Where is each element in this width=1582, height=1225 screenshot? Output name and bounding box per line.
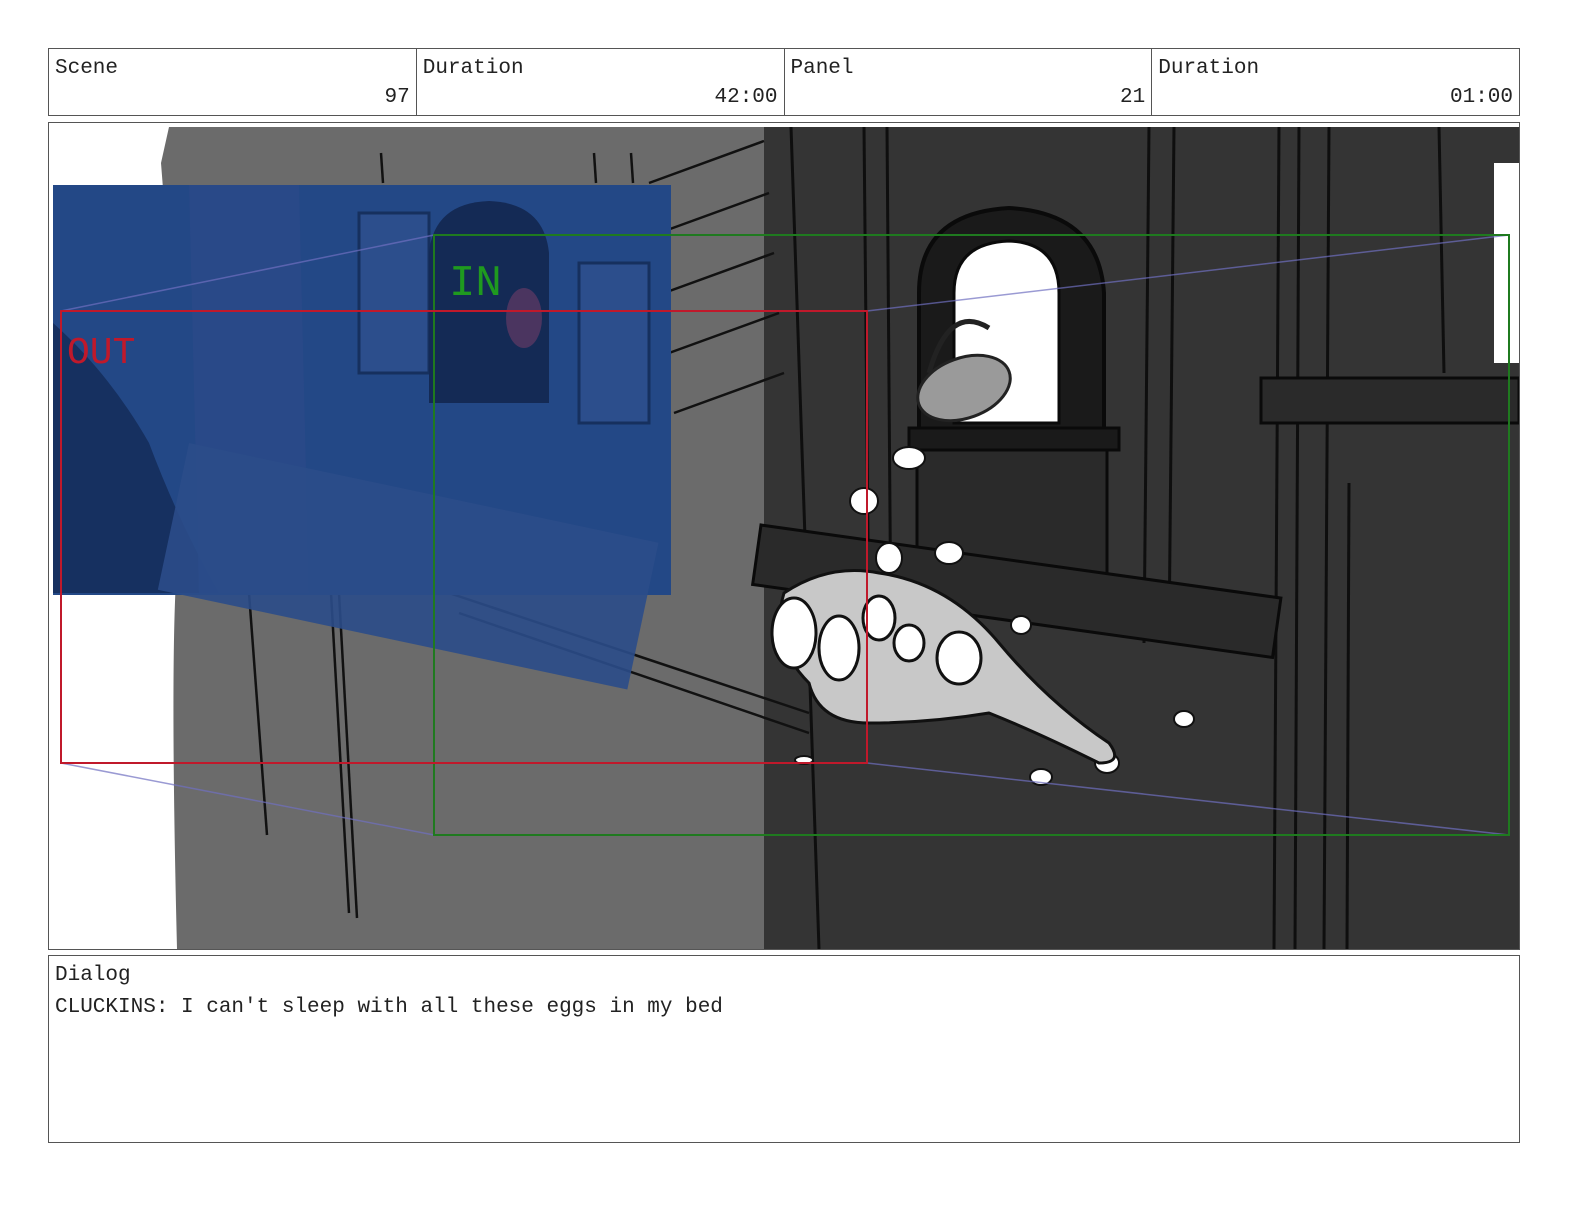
- window-sill: [907, 426, 1121, 452]
- scene-number[interactable]: 97: [385, 86, 410, 109]
- scene-label: Scene: [55, 57, 119, 80]
- panel-duration-value[interactable]: 01:00: [1450, 86, 1513, 109]
- dialog-text[interactable]: CLUCKINS: I can't sleep with all these e…: [55, 996, 723, 1019]
- panel-header: Scene 97 Duration 42:00 Panel 21 Duratio…: [48, 48, 1520, 116]
- panel-artwork: IN OUT: [53, 126, 1519, 949]
- out-frame-label: OUT: [67, 332, 135, 375]
- scene-duration-label: Duration: [422, 57, 524, 80]
- dialog-box: Dialog CLUCKINS: I can't sleep with all …: [48, 955, 1520, 1143]
- dialog-label: Dialog: [55, 964, 131, 987]
- in-frame-label: IN: [449, 259, 502, 309]
- scene-duration-value[interactable]: 42:00: [714, 86, 777, 109]
- scene-duration-cell: Duration 42:00: [417, 49, 785, 115]
- panel-duration-label: Duration: [1158, 57, 1260, 80]
- storyboard-panel[interactable]: IN OUT: [48, 122, 1520, 950]
- background-art-overlay: [53, 185, 671, 690]
- panel-cell: Panel 21: [785, 49, 1153, 115]
- scene-cell: Scene 97: [49, 49, 417, 115]
- panel-number[interactable]: 21: [1120, 86, 1145, 109]
- panel-duration-cell: Duration 01:00: [1152, 49, 1519, 115]
- panel-label: Panel: [790, 57, 854, 80]
- right-opening: [1494, 163, 1519, 363]
- building-dark: [764, 127, 1519, 949]
- right-beam: [1259, 376, 1519, 425]
